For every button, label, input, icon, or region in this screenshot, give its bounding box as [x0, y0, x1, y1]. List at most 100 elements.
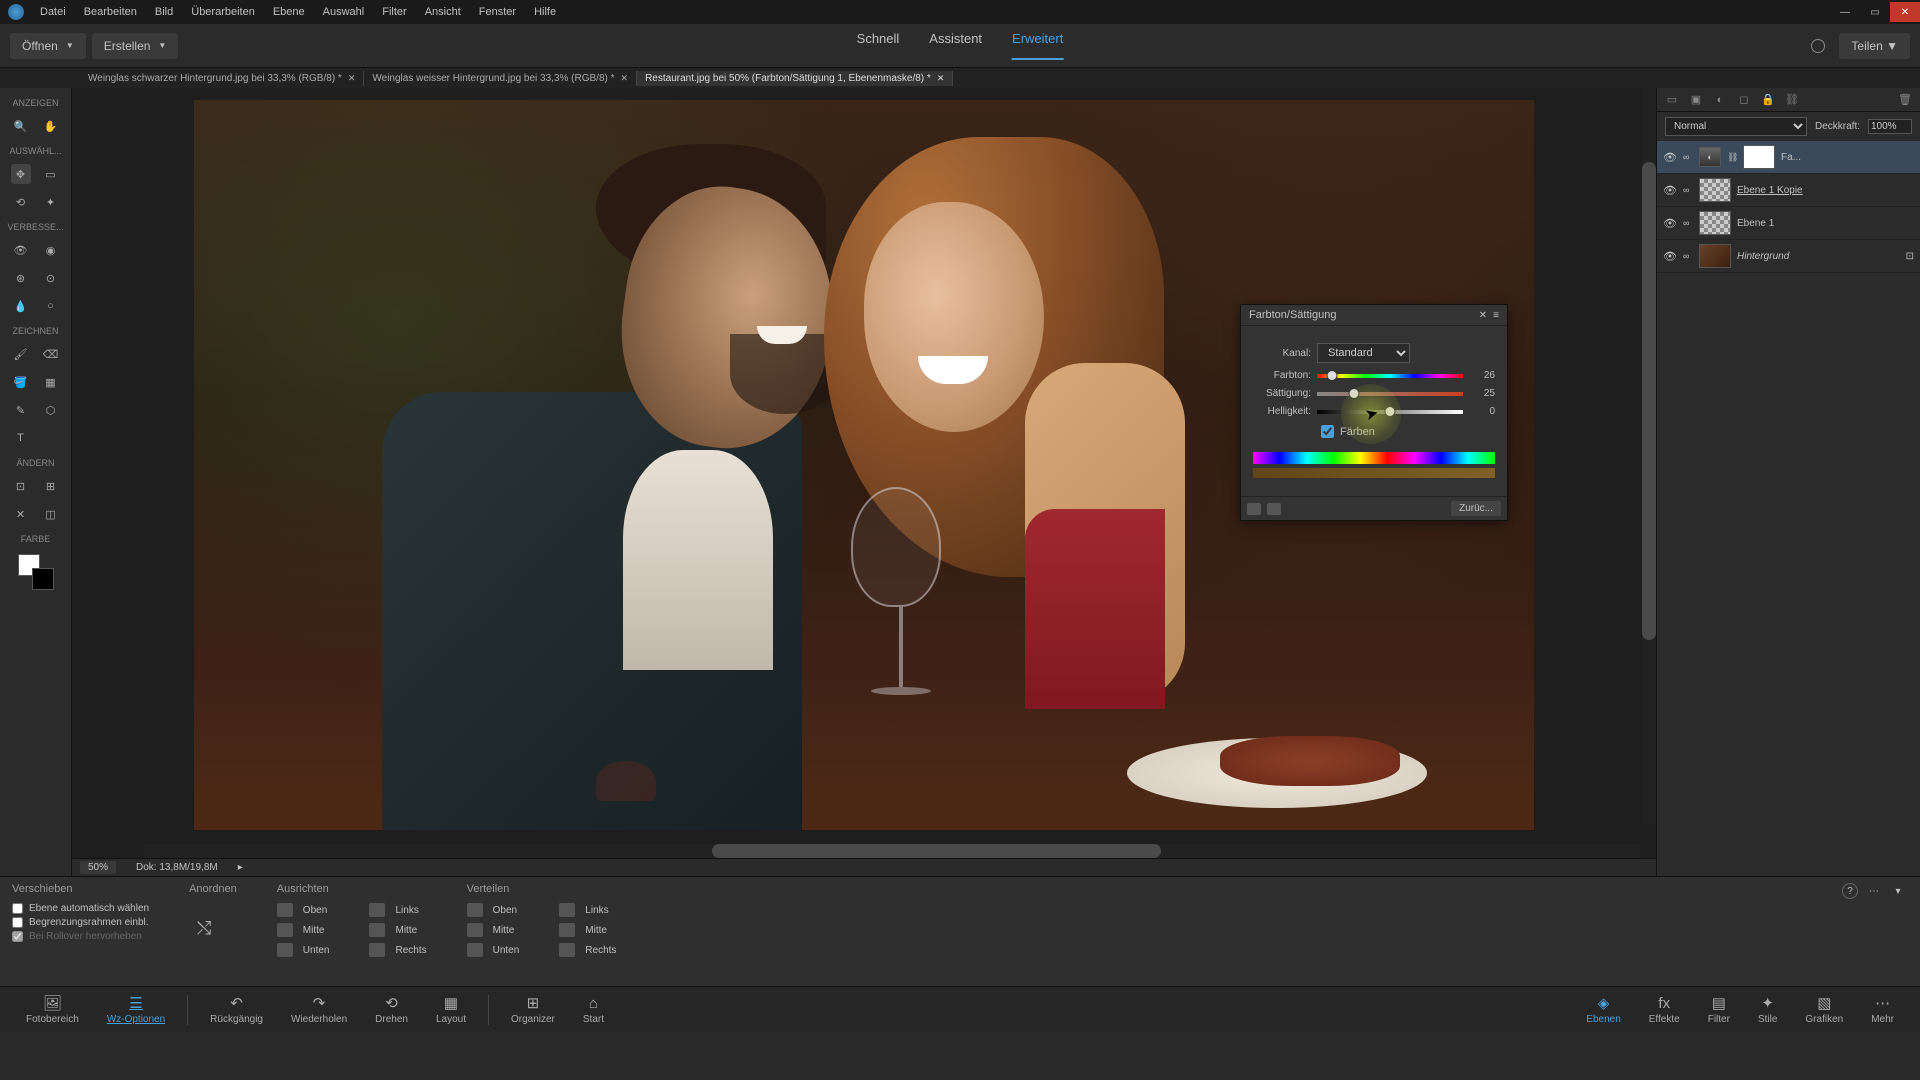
shape-tool-icon[interactable]: ⬡	[41, 400, 61, 420]
status-arrow-icon[interactable]: ▸	[238, 862, 243, 873]
dist-center-icon[interactable]	[559, 923, 575, 937]
effects-panel-button[interactable]: fxEffekte	[1635, 995, 1694, 1025]
reset-button[interactable]: Zurüc...	[1451, 501, 1501, 516]
layer-name[interactable]: Hintergrund	[1737, 251, 1900, 262]
adjustment-layer-icon[interactable]: ◐	[1713, 93, 1727, 107]
rotate-button[interactable]: ⟲Drehen	[361, 994, 422, 1025]
marquee-tool-icon[interactable]: ▭	[41, 164, 61, 184]
horizontal-scrollbar[interactable]	[144, 844, 1640, 858]
document-tab[interactable]: Weinglas weisser Hintergrund.jpg bei 33,…	[364, 71, 637, 86]
document-tab[interactable]: Restaurant.jpg bei 50% (Farbton/Sättigun…	[637, 71, 953, 86]
tool-options-button[interactable]: ☰Wz-Optionen	[93, 994, 179, 1025]
colorize-checkbox[interactable]	[1321, 425, 1334, 438]
recompose-tool-icon[interactable]: ⊞	[41, 476, 61, 496]
content-move-tool-icon[interactable]: ◫	[41, 504, 61, 524]
menu-help[interactable]: Hilfe	[534, 6, 556, 18]
toggle-visibility-icon[interactable]	[1267, 503, 1281, 515]
clone-tool-icon[interactable]: ⊛	[11, 268, 31, 288]
menu-layer[interactable]: Ebene	[273, 6, 305, 18]
link-layers-icon[interactable]: ⛓	[1785, 93, 1799, 107]
menu-edit[interactable]: Bearbeiten	[84, 6, 137, 18]
document-tab[interactable]: Weinglas schwarzer Hintergrund.jpg bei 3…	[80, 71, 364, 86]
lock-layer-icon[interactable]: 🔒	[1761, 93, 1775, 107]
menu-enhance[interactable]: Überarbeiten	[191, 6, 255, 18]
dist-bottom-icon[interactable]	[467, 943, 483, 957]
text-tool-icon[interactable]: T	[11, 428, 31, 448]
align-center-icon[interactable]	[369, 923, 385, 937]
theme-toggle-icon[interactable]	[1811, 39, 1825, 53]
menu-view[interactable]: Ansicht	[425, 6, 461, 18]
delete-layer-icon[interactable]: 🗑	[1898, 93, 1912, 107]
photobin-button[interactable]: 🖼Fotobereich	[12, 994, 93, 1025]
close-icon[interactable]: ✕	[348, 73, 356, 84]
blur-tool-icon[interactable]: 💧	[11, 296, 31, 316]
link-icon[interactable]: ∞	[1683, 218, 1693, 228]
layer-mask-thumbnail[interactable]	[1743, 145, 1775, 169]
layout-button[interactable]: ▦Layout	[422, 994, 480, 1025]
mode-guided[interactable]: Assistent	[929, 31, 982, 60]
align-middle-icon[interactable]	[277, 923, 293, 937]
layer-row[interactable]: 👁 ∞ Ebene 1	[1657, 207, 1920, 240]
move-tool-icon[interactable]: ✥	[11, 164, 31, 184]
link-icon[interactable]: ∞	[1683, 152, 1693, 162]
scrollbar-thumb[interactable]	[712, 844, 1161, 858]
layer-thumbnail[interactable]	[1699, 244, 1731, 268]
mode-quick[interactable]: Schnell	[857, 31, 900, 60]
blend-mode-select[interactable]: Normal	[1665, 117, 1807, 136]
link-icon[interactable]: ∞	[1683, 251, 1693, 261]
hue-saturation-panel[interactable]: Farbton/Sättigung ✕ ≡ Kanal: Standard Fa…	[1240, 304, 1508, 521]
share-button[interactable]: Teilen ▼	[1839, 33, 1910, 59]
wand-tool-icon[interactable]: ✦	[41, 192, 61, 212]
arrange-icon[interactable]: ⤭	[189, 913, 219, 943]
maximize-button[interactable]: ▭	[1860, 2, 1890, 22]
undo-button[interactable]: ↶Rückgängig	[196, 994, 277, 1025]
close-icon[interactable]: ✕	[937, 73, 945, 84]
dist-top-icon[interactable]	[467, 903, 483, 917]
auto-select-checkbox[interactable]	[12, 903, 23, 914]
zoom-tool-icon[interactable]: 🔍	[11, 116, 31, 136]
layers-panel-button[interactable]: ◈Ebenen	[1572, 994, 1634, 1025]
layer-row[interactable]: 👁 ∞ Ebene 1 Kopie	[1657, 174, 1920, 207]
bucket-tool-icon[interactable]: 🪣	[11, 372, 31, 392]
color-swatches[interactable]	[18, 554, 54, 590]
menu-filter[interactable]: Filter	[382, 6, 406, 18]
dist-left-icon[interactable]	[559, 903, 575, 917]
mode-expert[interactable]: Erweitert	[1012, 31, 1063, 60]
close-button[interactable]: ✕	[1890, 2, 1920, 22]
clip-to-layer-icon[interactable]	[1247, 503, 1261, 515]
pencil-tool-icon[interactable]: ✎	[11, 400, 31, 420]
menu-select[interactable]: Auswahl	[323, 6, 365, 18]
hue-value[interactable]: 26	[1469, 370, 1495, 381]
slider-handle[interactable]	[1326, 370, 1337, 381]
align-left-icon[interactable]	[369, 903, 385, 917]
lasso-tool-icon[interactable]: ⟲	[11, 192, 31, 212]
straighten-tool-icon[interactable]: ✕	[11, 504, 31, 524]
visibility-toggle-icon[interactable]: 👁	[1663, 151, 1677, 164]
minimize-button[interactable]: —	[1830, 2, 1860, 22]
collapse-icon[interactable]: ▾	[1890, 883, 1906, 899]
background-color[interactable]	[32, 568, 54, 590]
lightness-value[interactable]: 0	[1469, 406, 1495, 417]
layer-thumbnail[interactable]	[1699, 211, 1731, 235]
styles-panel-button[interactable]: ✦Stile	[1744, 994, 1791, 1025]
channel-select[interactable]: Standard	[1317, 343, 1410, 363]
stamp-tool-icon[interactable]: ⊙	[41, 268, 61, 288]
hue-slider[interactable]	[1317, 374, 1463, 378]
layer-thumbnail[interactable]	[1699, 178, 1731, 202]
dist-middle-icon[interactable]	[467, 923, 483, 937]
layer-group-icon[interactable]: ▣	[1689, 93, 1703, 107]
panel-menu-icon[interactable]: ≡	[1493, 310, 1499, 321]
layer-mask-icon[interactable]: ◻	[1737, 93, 1751, 107]
layer-name[interactable]: Ebene 1	[1737, 218, 1914, 229]
dist-right-icon[interactable]	[559, 943, 575, 957]
visibility-toggle-icon[interactable]: 👁	[1663, 184, 1677, 197]
show-bounding-checkbox[interactable]	[12, 917, 23, 928]
layer-row[interactable]: 👁 ∞ ◐ ⛓ Fa...	[1657, 141, 1920, 174]
organizer-button[interactable]: ⊞Organizer	[497, 994, 569, 1025]
menu-window[interactable]: Fenster	[479, 6, 516, 18]
new-layer-icon[interactable]: ▭	[1665, 93, 1679, 107]
open-button[interactable]: Öffnen▼	[10, 33, 86, 59]
layer-row[interactable]: 👁 ∞ Hintergrund ⊡	[1657, 240, 1920, 273]
panel-close-icon[interactable]: ✕	[1479, 310, 1487, 321]
mask-link-icon[interactable]: ⛓	[1727, 152, 1737, 163]
